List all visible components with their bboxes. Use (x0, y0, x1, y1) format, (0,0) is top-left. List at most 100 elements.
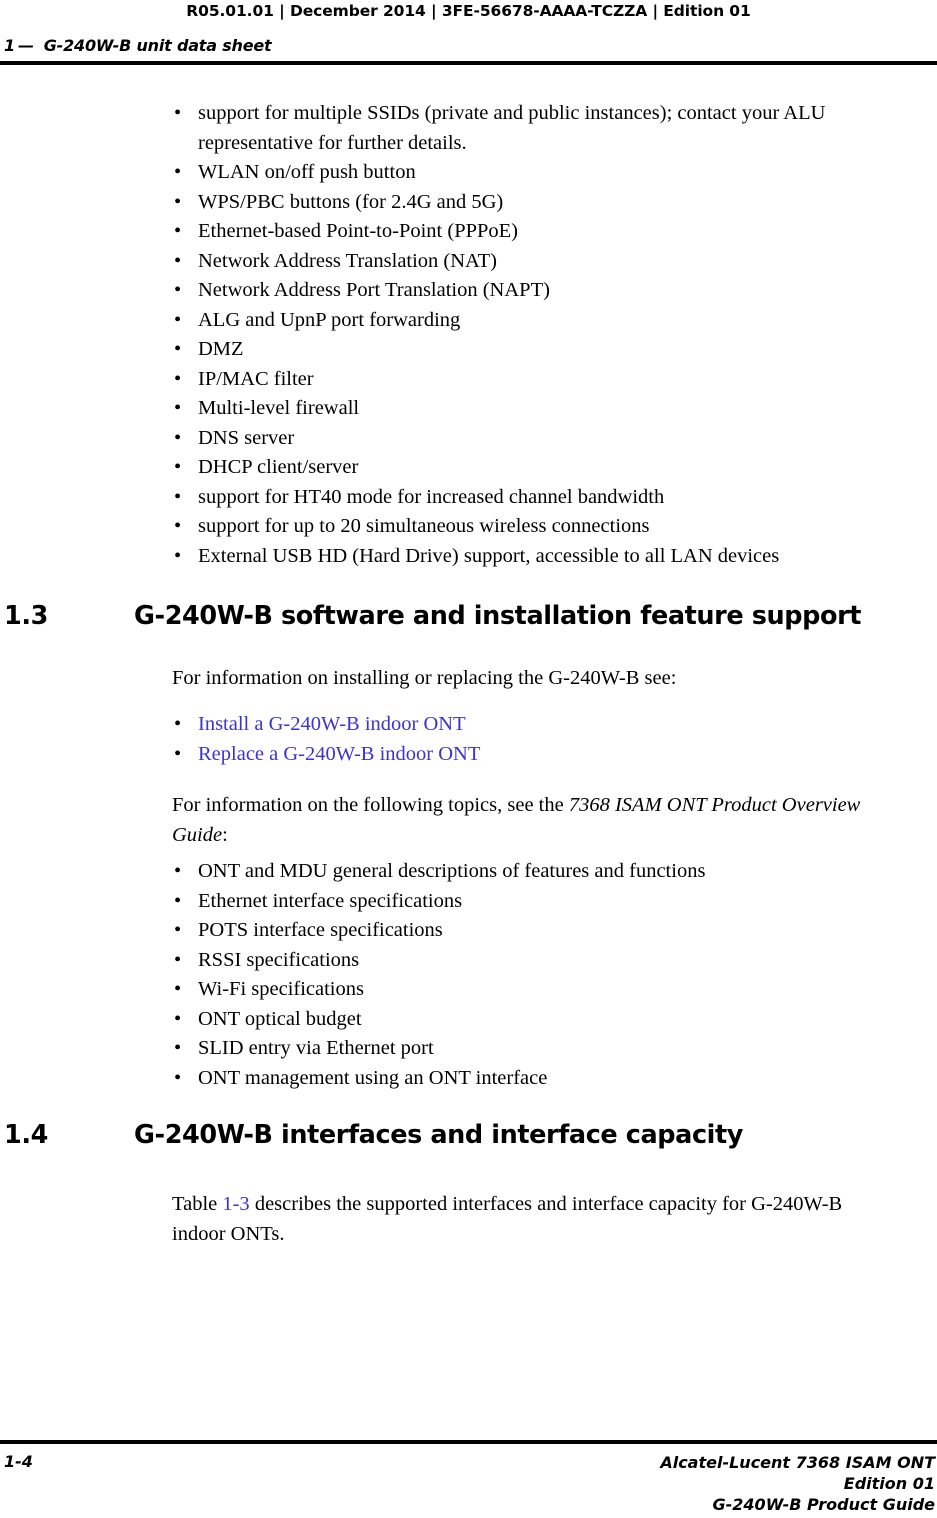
topic-bullet-item: • ONT optical budget (172, 1005, 896, 1035)
feature-bullet-item: • Multi-level firewall (172, 394, 896, 424)
feature-bullet-label: support for multiple SSIDs (private and … (198, 102, 826, 154)
topic-bullet-item: • Wi-Fi specifications (172, 975, 896, 1005)
feature-bullet-item: • support for HT40 mode for increased cha… (172, 483, 896, 513)
topics-bullet-list: • ONT and MDU general descriptions of fea… (172, 857, 896, 1093)
footer-line-edition: Edition 01 (843, 1474, 935, 1493)
install-link-label: Install a G-240W-B indoor ONT (198, 713, 466, 735)
footer-line-product: Alcatel-Lucent 7368 ISAM ONT (660, 1453, 935, 1472)
feature-bullet-item: • DMZ (172, 335, 896, 365)
bullet-point-icon: • (174, 1007, 182, 1030)
feature-bullet-item: • Network Address Port Translation (NAPT) (172, 276, 896, 306)
bullet-point-icon: • (174, 889, 182, 912)
bullet-point-icon: • (174, 1066, 182, 1089)
feature-bullet-item: • DHCP client/server (172, 453, 896, 483)
section-number: 1.4 (4, 1120, 48, 1150)
feature-bullet-item: • ALG and UpnP port forwarding (172, 306, 896, 336)
bullet-point-icon: • (174, 742, 182, 765)
topic-bullet-item: • ONT management using an ONT interface (172, 1064, 896, 1094)
topic-bullet-item: • RSSI specifications (172, 946, 896, 976)
feature-bullet-item: • Network Address Translation (NAT) (172, 247, 896, 277)
bullet-point-icon: • (174, 190, 182, 213)
bullet-point-icon: • (174, 948, 182, 971)
feature-bullet-item: • External USB HD (Hard Drive) support, a… (172, 542, 896, 572)
feature-bullet-label: IP/MAC filter (198, 367, 314, 390)
feature-bullet-label: Network Address Port Translation (NAPT) (198, 279, 550, 301)
feature-bullet-label: Multi-level firewall (198, 397, 360, 419)
bullet-point-icon: • (174, 544, 182, 567)
bullet-point-icon: • (174, 485, 182, 508)
bullet-point-icon: • (174, 397, 182, 419)
topic-bullet-label: RSSI specifications (198, 948, 360, 971)
bullet-point-icon: • (174, 713, 182, 735)
install-link-item[interactable]: • Replace a G-240W-B indoor ONT (172, 740, 896, 770)
feature-bullet-label: WPS/PBC buttons (for 2.4G and 5G) (198, 190, 504, 213)
table-1-3-link[interactable]: 1-3 (222, 1193, 249, 1215)
feature-bullet-list: • support for multiple SSIDs (private and… (172, 99, 896, 571)
bullet-point-icon: • (174, 338, 182, 360)
topic-bullet-label: ONT and MDU general descriptions of feat… (198, 860, 706, 882)
feature-bullet-item: • IP/MAC filter (172, 365, 896, 395)
feature-bullet-item: • Ethernet-based Point-to-Point (PPPoE) (172, 217, 896, 247)
footer-page-number: 1-4 (4, 1452, 33, 1471)
feature-bullet-item: • support for multiple SSIDs (private and… (172, 99, 896, 158)
table-ref-suffix: describes the supported interfaces and i… (172, 1193, 843, 1245)
topic-bullet-label: ONT management using an ONT interface (198, 1066, 548, 1089)
document-page: R05.01.01 | December 2014 | 3FE-56678-AA… (0, 0, 937, 1518)
chapter-number: 1 (4, 36, 15, 55)
feature-bullet-item: • DNS server (172, 424, 896, 454)
bullet-point-icon: • (174, 515, 182, 537)
feature-bullet-label: DMZ (198, 338, 244, 360)
chapter-title: G-240W-B unit data sheet (43, 36, 272, 55)
section-title: G-240W-B interfaces and interface capaci… (134, 1120, 744, 1150)
bullet-point-icon: • (174, 102, 182, 124)
topics-intro-prefix: For information on the following topics,… (172, 794, 569, 816)
installation-link-list: • Install a G-240W-B indoor ONT • Replace a… (172, 710, 896, 769)
topic-bullet-label: SLID entry via Ethernet port (198, 1037, 434, 1059)
section-1-4-paragraph: Table 1-3 describes the supported interf… (172, 1190, 898, 1249)
topics-intro-suffix: : (222, 823, 228, 846)
bullet-point-icon: • (174, 426, 182, 449)
bullet-point-icon: • (174, 249, 182, 272)
feature-bullet-item: • WPS/PBC buttons (for 2.4G and 5G) (172, 188, 896, 218)
feature-bullet-label: Ethernet-based Point-to-Point (PPPoE) (198, 220, 519, 242)
header-divider-rule (0, 61, 937, 65)
topics-intro-paragraph: For information on the following topics,… (172, 791, 898, 850)
topic-bullet-label: POTS interface specifications (198, 919, 443, 941)
feature-bullet-label: ALG and UpnP port forwarding (198, 308, 461, 331)
bullet-point-icon: • (174, 308, 182, 331)
install-link-item[interactable]: • Install a G-240W-B indoor ONT (172, 710, 896, 740)
feature-bullet-label: DNS server (198, 426, 295, 449)
section-title: G-240W-B software and installation featu… (134, 601, 862, 631)
feature-bullet-label: External USB HD (Hard Drive) support, ac… (198, 544, 780, 567)
topic-bullet-item: • ONT and MDU general descriptions of fea… (172, 857, 896, 887)
feature-bullet-label: DHCP client/server (198, 456, 359, 478)
section-number: 1.3 (4, 601, 48, 631)
table-ref-prefix: Table (172, 1193, 223, 1215)
footer-line-guide: G-240W-B Product Guide (712, 1495, 935, 1514)
feature-bullet-label: WLAN on/off push button (198, 161, 416, 183)
bullet-point-icon: • (174, 367, 182, 390)
topic-bullet-item: • Ethernet interface specifications (172, 887, 896, 917)
feature-bullet-label: support for up to 20 simultaneous wirele… (198, 515, 650, 537)
topic-bullet-label: Wi-Fi specifications (198, 978, 364, 1000)
section-1-3-intro-paragraph: For information on installing or replaci… (172, 667, 677, 689)
chapter-dash: — (17, 36, 34, 55)
install-link-label: Replace a G-240W-B indoor ONT (198, 742, 481, 765)
footer-document-info: Alcatel-Lucent 7368 ISAM ONT Edition 01 … (660, 1452, 935, 1515)
chapter-breadcrumb: 1— G-240W-B unit data sheet (4, 36, 272, 55)
topic-bullet-label: ONT optical budget (198, 1007, 362, 1030)
bullet-point-icon: • (174, 220, 182, 242)
topic-bullet-label: Ethernet interface specifications (198, 889, 463, 912)
topic-bullet-item: • POTS interface specifications (172, 916, 896, 946)
footer-divider-rule (0, 1440, 937, 1444)
document-header-info: R05.01.01 | December 2014 | 3FE-56678-AA… (186, 2, 751, 20)
bullet-point-icon: • (174, 456, 182, 478)
topic-bullet-item: • SLID entry via Ethernet port (172, 1034, 896, 1064)
feature-bullet-item: • support for up to 20 simultaneous wirel… (172, 512, 896, 542)
bullet-point-icon: • (174, 919, 182, 941)
bullet-point-icon: • (174, 978, 182, 1000)
bullet-point-icon: • (174, 860, 182, 882)
bullet-point-icon: • (174, 1037, 182, 1059)
feature-bullet-label: support for HT40 mode for increased chan… (198, 485, 665, 508)
feature-bullet-item: • WLAN on/off push button (172, 158, 896, 188)
